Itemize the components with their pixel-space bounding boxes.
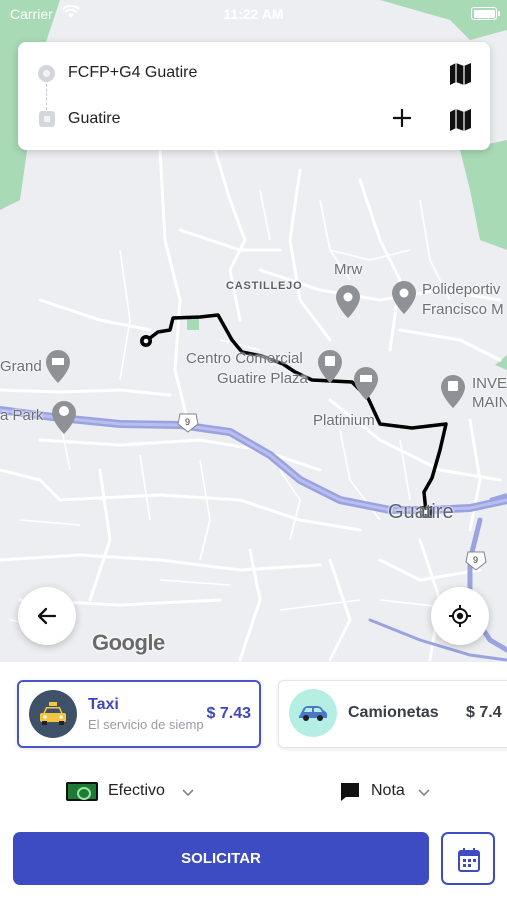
poi-pin-inver: [441, 375, 465, 408]
route-card: FCFP+G4 Guatire Guatire: [18, 42, 490, 150]
origin-map-icon[interactable]: [448, 62, 474, 86]
service-price: $ 7.4: [466, 704, 502, 721]
destination-square-icon: [39, 111, 55, 127]
map-label-inver: INVE: [472, 375, 507, 392]
taxi-icon: [29, 690, 77, 738]
map-label-platinium: Platinium: [313, 412, 375, 429]
service-card-camionetas[interactable]: Camionetas $ 7.4: [278, 680, 507, 748]
map-label-park: a Park: [0, 407, 44, 424]
map-label-mrw: Mrw: [334, 261, 363, 278]
service-card-taxi[interactable]: Taxi El servicio de siempre $ 7.43: [17, 680, 261, 748]
chevron-down-icon: [418, 784, 430, 802]
service-name: Camionetas: [348, 704, 439, 721]
add-stop-icon[interactable]: [390, 106, 414, 130]
map-label-main: MAIN: [472, 394, 507, 411]
road-number-9b: 9: [473, 555, 479, 565]
car-icon: [289, 689, 337, 737]
crosshair-icon: [449, 605, 471, 627]
map-label-grand: Grand: [0, 358, 42, 375]
schedule-button[interactable]: [441, 832, 495, 885]
bottom-panel: Taxi El servicio de siempre $ 7.43 Camio…: [0, 662, 507, 900]
destination-map-icon[interactable]: [448, 108, 474, 132]
map-label-polideportivo-2: Francisco M: [422, 301, 504, 318]
map-label-guatire: Guatire: [388, 501, 454, 523]
chevron-down-icon: [182, 784, 194, 802]
poi-pin-centro: [318, 350, 342, 383]
service-description: El servicio de siempre: [88, 717, 204, 732]
my-location-button[interactable]: [431, 587, 489, 645]
calendar-icon: [458, 848, 480, 872]
map-label-centro-comercial: Centro Comercial: [186, 350, 303, 367]
poi-pin-park: [52, 401, 76, 434]
arrow-left-icon: [37, 607, 57, 625]
back-button[interactable]: [18, 587, 76, 645]
cash-icon: [66, 782, 98, 801]
note-icon: [340, 782, 360, 807]
origin-row[interactable]: FCFP+G4 Guatire: [18, 52, 490, 96]
poi-pin-mrw: [336, 285, 360, 318]
status-time: 11:22 AM: [223, 6, 284, 22]
road-number-9a: 9: [185, 417, 191, 427]
payment-method-label: Efectivo: [108, 782, 165, 799]
poi-pin-grand: [46, 350, 70, 383]
destination-row[interactable]: Guatire: [18, 98, 490, 142]
request-ride-button[interactable]: SOLICITAR: [13, 832, 429, 885]
google-logo: Google: [92, 630, 165, 655]
service-name: Taxi: [88, 696, 119, 713]
poi-pin-platinium: [354, 367, 378, 400]
battery-icon: [471, 7, 500, 20]
origin-dot-icon: [38, 65, 55, 82]
status-bar: Carrier 11:22 AM: [0, 0, 507, 28]
origin-address[interactable]: FCFP+G4 Guatire: [68, 64, 197, 82]
map-label-guatire-plaza: Guatire Plaza: [217, 370, 308, 387]
note-label: Nota: [371, 782, 405, 799]
map-label-polideportivo: Polideportiv: [422, 281, 501, 298]
map-label-castillejo: CASTILLEJO: [226, 280, 303, 292]
service-price: $ 7.43: [206, 705, 251, 722]
destination-address[interactable]: Guatire: [68, 110, 120, 128]
